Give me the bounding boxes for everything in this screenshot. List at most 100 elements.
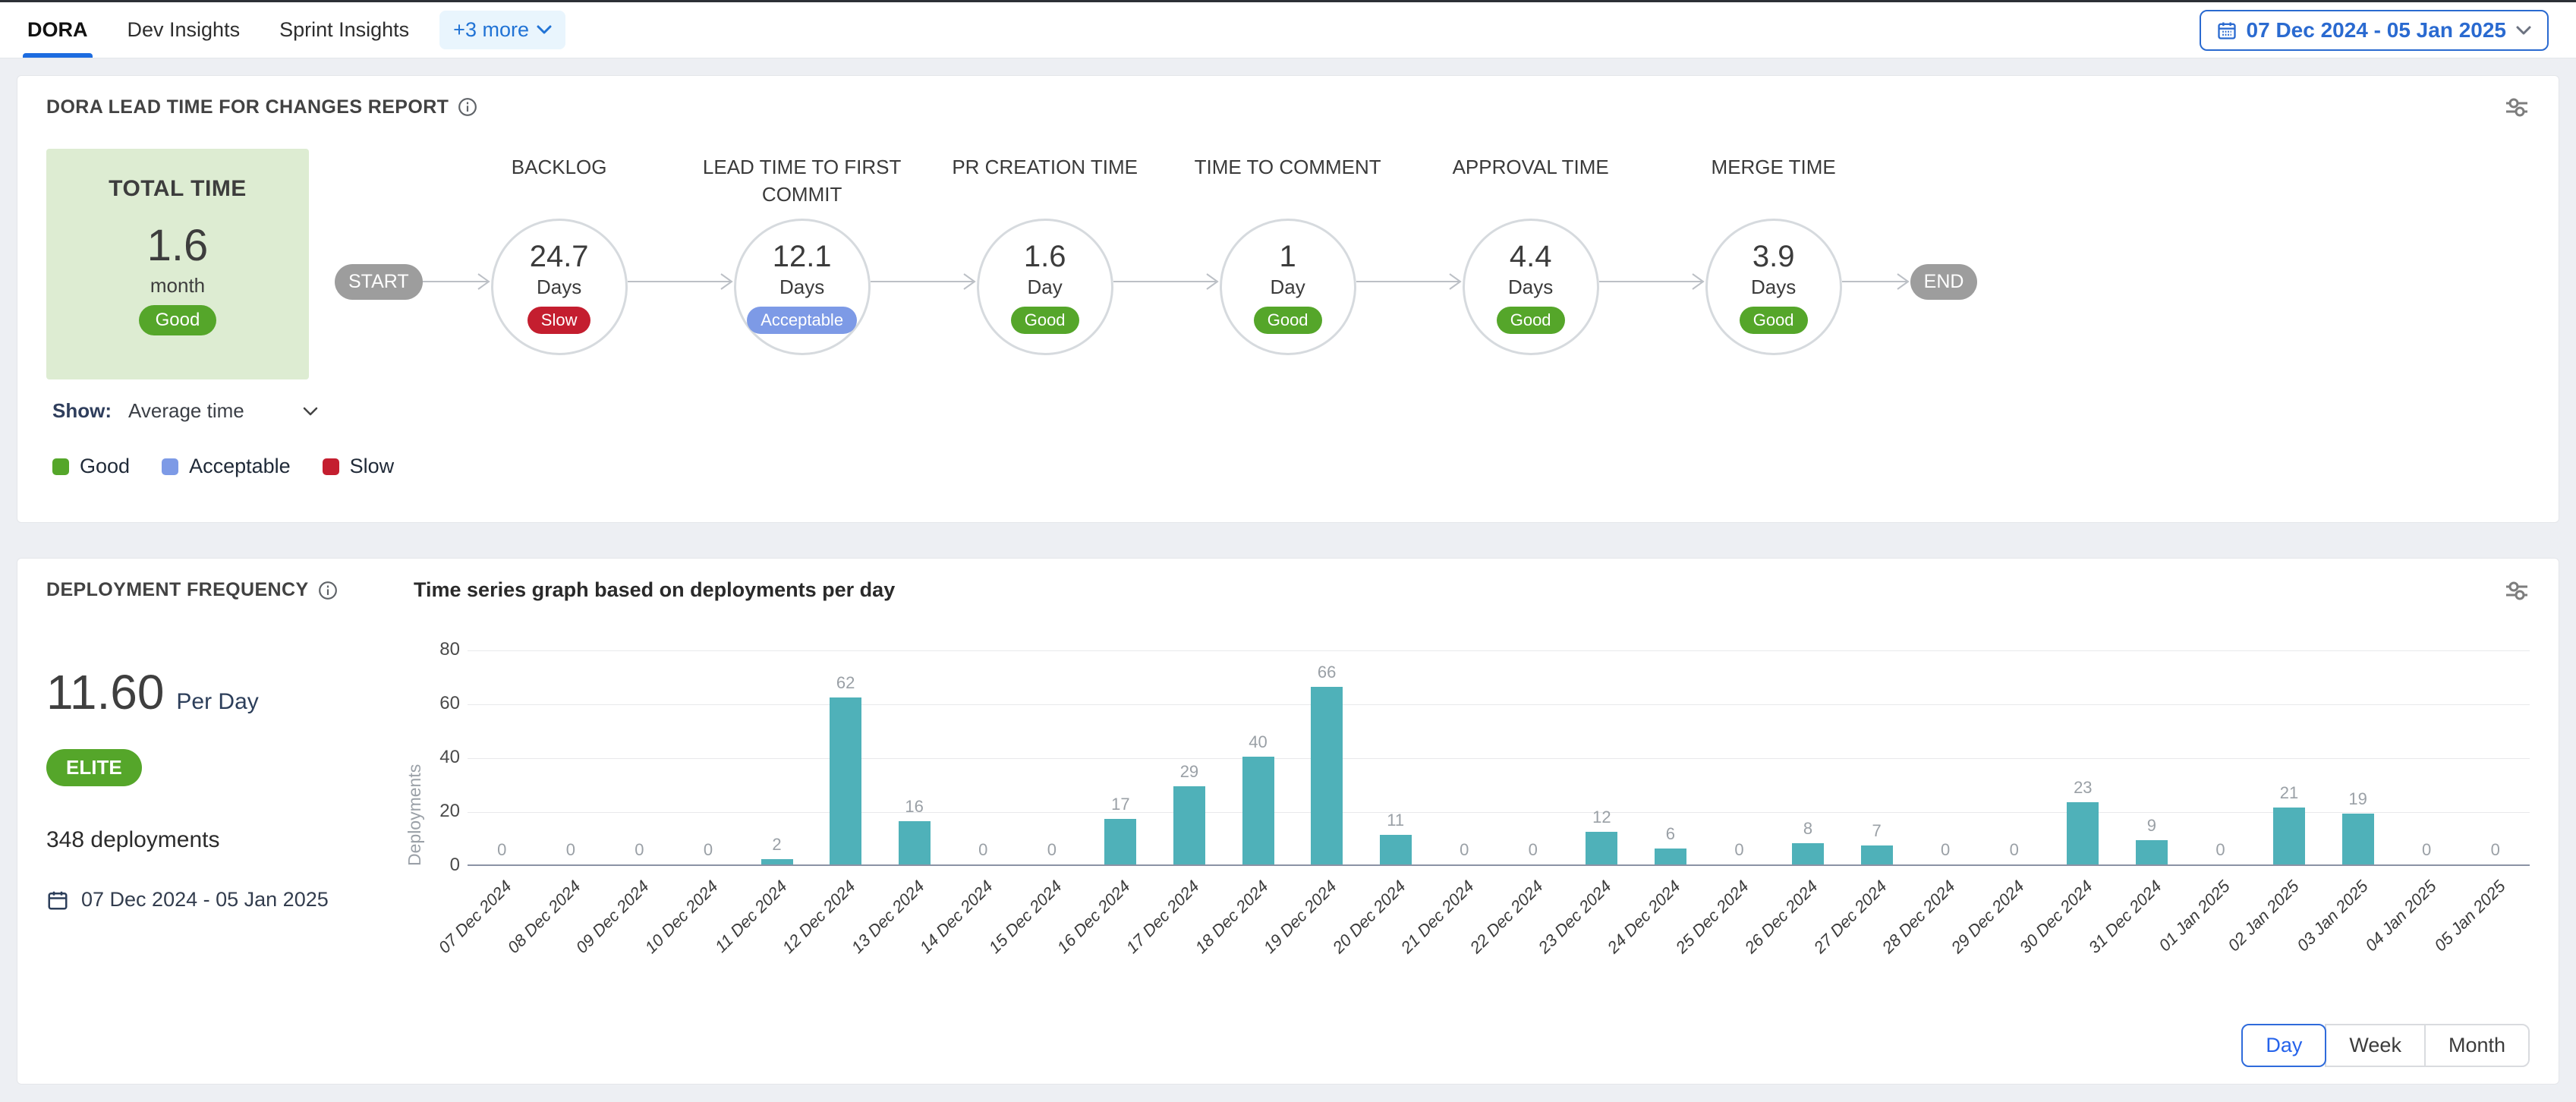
- stage-badge: Good: [1497, 307, 1565, 334]
- tabs: DORA Dev Insights Sprint Insights: [27, 2, 409, 58]
- flow-stage-backlog: BACKLOG 24.7 Days Slow: [491, 149, 628, 355]
- deployment-bar: [1380, 835, 1412, 864]
- stage-unit: Days: [1508, 276, 1553, 299]
- sliders-icon: [2504, 96, 2530, 118]
- bar-value-label: 19: [2313, 789, 2404, 809]
- x-tick-label: 28 Dec 2024: [1838, 877, 1960, 998]
- x-tick-label: 11 Dec 2024: [669, 877, 791, 998]
- x-tick-label: 02 Jan 2025: [2182, 877, 2304, 998]
- legend-item-acceptable: Acceptable: [162, 455, 291, 478]
- stats-date-range: 07 Dec 2024 - 05 Jan 2025: [46, 888, 405, 912]
- flow-start-pill: START: [335, 264, 423, 300]
- bar-value-label: 17: [1075, 795, 1166, 814]
- legend-swatch-slow: [323, 458, 339, 475]
- granularity-month-button[interactable]: Month: [2424, 1024, 2530, 1067]
- granularity-day-button[interactable]: Day: [2241, 1024, 2326, 1067]
- bar-value-label: 0: [2174, 840, 2266, 860]
- deployment-frequency-card: DEPLOYMENT FREQUENCY Time series graph b…: [17, 558, 2559, 1085]
- tab-dora[interactable]: DORA: [27, 2, 88, 58]
- stage-badge: Acceptable: [747, 307, 857, 334]
- chevron-down-icon: [2515, 25, 2532, 36]
- lead-time-title: DORA LEAD TIME FOR CHANGES REPORT: [46, 96, 449, 118]
- stage-badge: Good: [1011, 307, 1079, 334]
- stage-unit: Day: [1271, 276, 1305, 299]
- info-icon[interactable]: [458, 97, 477, 117]
- x-tick-label: 23 Dec 2024: [1494, 877, 1616, 998]
- deployment-title: DEPLOYMENT FREQUENCY: [46, 579, 309, 601]
- lead-time-header: DORA LEAD TIME FOR CHANGES REPORT: [46, 96, 2530, 118]
- bar-value-label: 40: [1213, 732, 1304, 752]
- deployment-bar: [1173, 786, 1205, 864]
- flow-end-pill: END: [1910, 264, 1978, 300]
- flow-arrow: [1356, 271, 1463, 292]
- more-tabs-chip[interactable]: +3 more: [439, 11, 565, 49]
- deployment-header: DEPLOYMENT FREQUENCY Time series graph b…: [46, 578, 2530, 602]
- deployment-bar: [899, 821, 931, 864]
- show-metric-dropdown[interactable]: Show: Average time: [52, 399, 2530, 423]
- deployment-content: 11.60 Per Day ELITE 348 deployments 07 D…: [46, 602, 2530, 986]
- flow-diagram: START BACKLOG 24.7 Days Slow LEAD TIME T…: [335, 149, 1977, 355]
- stage-badge: Good: [1254, 307, 1322, 334]
- bar-value-label: 29: [1144, 762, 1235, 782]
- stage-unit: Days: [779, 276, 824, 299]
- bar-value-label: 7: [1831, 821, 1923, 841]
- bar-value-label: 23: [2037, 778, 2128, 798]
- granularity-week-button[interactable]: Week: [2325, 1024, 2426, 1067]
- more-tabs-label: +3 more: [453, 18, 529, 42]
- stage-circle: 1 Day Good: [1220, 219, 1356, 355]
- deployment-bar: [2136, 840, 2168, 864]
- bar-value-label: 62: [800, 673, 891, 693]
- x-tick-label: 18 Dec 2024: [1151, 877, 1272, 998]
- legend-item-slow: Slow: [323, 455, 395, 478]
- x-tick-label: 21 Dec 2024: [1357, 877, 1479, 998]
- info-icon[interactable]: [318, 581, 338, 600]
- stage-circle: 24.7 Days Slow: [491, 219, 628, 355]
- tab-dev-insights[interactable]: Dev Insights: [128, 2, 241, 58]
- stage-value: 12.1: [773, 240, 832, 274]
- x-tick-label: 30 Dec 2024: [1976, 877, 2097, 998]
- gridline: [468, 812, 2530, 813]
- stage-label: BACKLOG: [453, 153, 666, 213]
- bar-value-label: 9: [2106, 816, 2197, 836]
- x-tick-label: 05 Jan 2025: [2388, 877, 2509, 998]
- stage-label: APPROVAL TIME: [1425, 153, 1637, 213]
- legend-swatch-good: [52, 458, 69, 475]
- chevron-down-icon: [537, 25, 552, 35]
- x-tick-label: 16 Dec 2024: [1013, 877, 1135, 998]
- flow-stage-approval: APPROVAL TIME 4.4 Days Good: [1463, 149, 1599, 355]
- deployment-bar: [1311, 687, 1343, 864]
- y-tick-label: 80: [428, 639, 460, 660]
- rate-value: 11.60: [46, 664, 164, 720]
- total-time-value: 1.6: [147, 220, 209, 271]
- show-value: Average time: [128, 399, 244, 423]
- date-range-picker[interactable]: 07 Dec 2024 - 05 Jan 2025: [2200, 10, 2549, 51]
- granularity-toggle: Day Week Month: [2241, 1024, 2530, 1067]
- x-tick-label: 17 Dec 2024: [1082, 877, 1204, 998]
- deployment-bar: [761, 859, 793, 864]
- legend-label: Good: [80, 455, 130, 478]
- chart-settings-button[interactable]: [2504, 96, 2530, 118]
- bar-value-label: 16: [869, 797, 960, 817]
- deployment-bar: [2273, 808, 2305, 864]
- tab-sprint-insights[interactable]: Sprint Insights: [279, 2, 409, 58]
- x-tick-label: 19 Dec 2024: [1220, 877, 1341, 998]
- flow-stage-merge: MERGE TIME 3.9 Days Good: [1705, 149, 1842, 355]
- stage-value: 1: [1280, 240, 1296, 274]
- legend-label: Acceptable: [189, 455, 291, 478]
- stage-circle: 1.6 Day Good: [977, 219, 1113, 355]
- y-axis-title: Deployments: [405, 650, 425, 866]
- chart-settings-button[interactable]: [2504, 579, 2530, 602]
- flow-arrow: [1842, 271, 1910, 292]
- total-time-label: TOTAL TIME: [109, 176, 247, 202]
- chevron-down-icon: [302, 406, 319, 417]
- gridline: [468, 758, 2530, 759]
- x-axis-labels: 07 Dec 202408 Dec 202409 Dec 202410 Dec …: [468, 866, 2530, 986]
- bar-value-label: 11: [1350, 811, 1441, 830]
- stage-unit: Days: [1751, 276, 1796, 299]
- flow-arrow: [423, 271, 491, 292]
- flow-arrow: [1599, 271, 1705, 292]
- top-tab-bar: DORA Dev Insights Sprint Insights +3 mor…: [0, 2, 2576, 58]
- legend-swatch-acceptable: [162, 458, 178, 475]
- deployment-chart: Deployments 020406080 000026216001729406…: [405, 650, 2530, 986]
- y-tick-label: 60: [428, 693, 460, 714]
